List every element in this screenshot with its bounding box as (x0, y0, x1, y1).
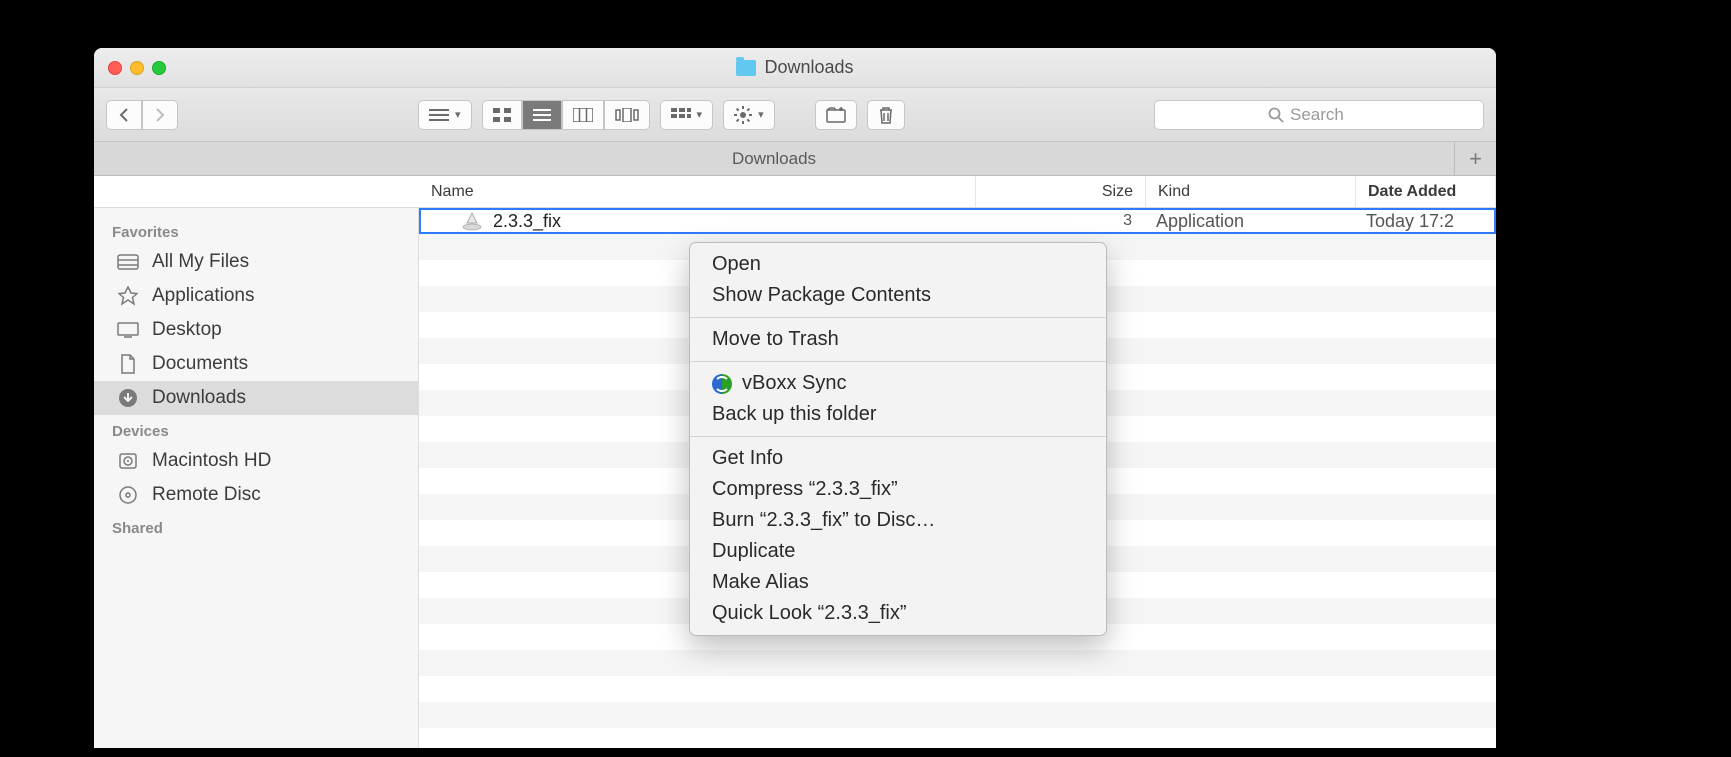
column-view-button[interactable] (562, 100, 604, 130)
column-name[interactable]: Name (419, 176, 976, 207)
sidebar-item-label: All My Files (152, 251, 249, 273)
tab-bar: Downloads + (94, 142, 1496, 176)
ctx-burn[interactable]: Burn “2.3.3_fix” to Disc… (690, 505, 1106, 536)
view-mode-buttons (482, 100, 650, 130)
sidebar-item-all-my-files[interactable]: All My Files (94, 245, 418, 279)
action-menu[interactable]: ▾ (723, 100, 775, 130)
file-size: 3 (974, 212, 1144, 230)
ctx-separator (690, 436, 1106, 437)
arrange-menu[interactable]: ▾ (418, 100, 472, 130)
ctx-open[interactable]: Open (690, 249, 1106, 280)
file-date: Today 17:2 (1354, 211, 1494, 232)
sidebar-item-label: Remote Disc (152, 484, 261, 506)
sidebar-item-macintosh-hd[interactable]: Macintosh HD (94, 444, 418, 478)
new-tab-button[interactable]: + (1454, 142, 1496, 176)
toolbar: ▾ ▾ ▾ (94, 88, 1496, 142)
file-row[interactable]: 2.3.3_fix 3 Application Today 17:2 (419, 208, 1496, 234)
coverflow-view-button[interactable] (604, 100, 650, 130)
column-size[interactable]: Size (976, 176, 1146, 207)
sidebar-item-remote-disc[interactable]: Remote Disc (94, 478, 418, 512)
titlebar: Downloads (94, 48, 1496, 88)
disc-icon (116, 485, 140, 505)
search-input[interactable] (1290, 105, 1370, 125)
ctx-compress[interactable]: Compress “2.3.3_fix” (690, 474, 1106, 505)
sidebar: Favorites All My Files Applications Desk… (94, 208, 419, 748)
ctx-vboxx-sync[interactable]: vBoxx Sync (690, 368, 1106, 399)
sidebar-section-devices: Devices (94, 415, 418, 444)
file-kind: Application (1144, 211, 1354, 232)
sidebar-item-label: Desktop (152, 319, 222, 341)
application-icon (461, 210, 483, 232)
column-headers: Name Size Kind Date Added (94, 176, 1496, 208)
ctx-make-alias[interactable]: Make Alias (690, 567, 1106, 598)
ctx-show-package-contents[interactable]: Show Package Contents (690, 280, 1106, 311)
sidebar-item-applications[interactable]: Applications (94, 279, 418, 313)
search-icon (1268, 107, 1284, 123)
folder-icon (736, 60, 756, 76)
sidebar-item-label: Downloads (152, 387, 246, 409)
window-title: Downloads (94, 57, 1496, 78)
ctx-quick-look[interactable]: Quick Look “2.3.3_fix” (690, 598, 1106, 629)
ctx-duplicate[interactable]: Duplicate (690, 536, 1106, 567)
traffic-lights (94, 61, 166, 75)
chevron-down-icon: ▾ (697, 108, 703, 121)
sidebar-item-desktop[interactable]: Desktop (94, 313, 418, 347)
file-name: 2.3.3_fix (493, 211, 561, 232)
sync-icon (712, 374, 732, 394)
share-button[interactable] (815, 100, 857, 130)
all-files-icon (116, 252, 140, 272)
documents-icon (116, 354, 140, 374)
sidebar-item-documents[interactable]: Documents (94, 347, 418, 381)
zoom-window-button[interactable] (152, 61, 166, 75)
minimize-window-button[interactable] (130, 61, 144, 75)
desktop-icon (116, 320, 140, 340)
applications-icon (116, 286, 140, 306)
sidebar-item-downloads[interactable]: Downloads (94, 381, 418, 415)
downloads-icon (116, 388, 140, 408)
hdd-icon (116, 451, 140, 471)
sidebar-item-label: Documents (152, 353, 248, 375)
ctx-separator (690, 317, 1106, 318)
close-window-button[interactable] (108, 61, 122, 75)
tab-downloads[interactable]: Downloads (94, 142, 1454, 176)
chevron-down-icon: ▾ (758, 108, 764, 121)
sidebar-section-favorites: Favorites (94, 216, 418, 245)
context-menu: Open Show Package Contents Move to Trash… (689, 242, 1107, 636)
folder-plus-icon (826, 107, 846, 123)
file-name-cell: 2.3.3_fix (421, 210, 974, 232)
group-menu[interactable]: ▾ (660, 100, 714, 130)
nav-buttons (106, 100, 178, 130)
trash-icon (878, 106, 894, 124)
sidebar-item-label: Macintosh HD (152, 450, 271, 472)
column-kind[interactable]: Kind (1146, 176, 1356, 207)
search-field[interactable] (1154, 100, 1484, 130)
chevron-down-icon: ▾ (455, 108, 461, 121)
forward-button[interactable] (142, 100, 178, 130)
icon-view-button[interactable] (482, 100, 522, 130)
column-date-added[interactable]: Date Added (1356, 176, 1496, 207)
ctx-move-to-trash[interactable]: Move to Trash (690, 324, 1106, 355)
ctx-get-info[interactable]: Get Info (690, 443, 1106, 474)
delete-button[interactable] (867, 100, 905, 130)
ctx-separator (690, 361, 1106, 362)
window-title-text: Downloads (764, 57, 853, 78)
gear-icon (734, 106, 752, 124)
finder-window: Downloads ▾ (94, 48, 1496, 748)
back-button[interactable] (106, 100, 142, 130)
sidebar-section-shared: Shared (94, 512, 418, 541)
ctx-back-up-folder[interactable]: Back up this folder (690, 399, 1106, 430)
sidebar-item-label: Applications (152, 285, 254, 307)
list-view-button[interactable] (522, 100, 562, 130)
